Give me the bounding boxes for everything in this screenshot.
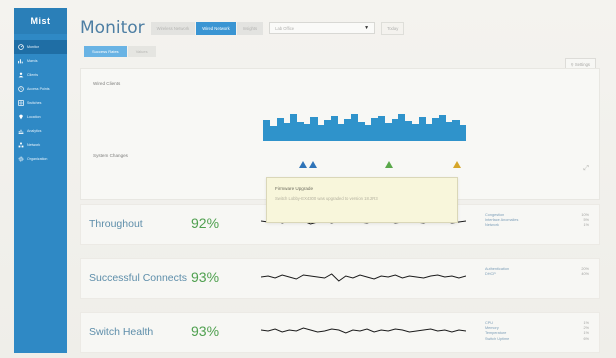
main-content: Monitor Wireless Network Wired Network I… xyxy=(72,8,610,353)
bar-chart-icon xyxy=(18,129,24,134)
pin-icon xyxy=(19,114,23,120)
sidebar-nav: Monitor Marvis Clients Access Points Swi… xyxy=(14,34,67,166)
sidebar: Mist Monitor Marvis Clients Access Point… xyxy=(14,8,67,353)
sidebar-item-location[interactable]: Location xyxy=(14,110,67,124)
sidebar-item-label: Switches xyxy=(27,101,42,105)
sidebar-item-clients[interactable]: Clients xyxy=(14,68,67,82)
timeline-label-changes: System Changes xyxy=(93,153,128,158)
subtab-success-rates[interactable]: Success Rates xyxy=(84,46,127,57)
sidebar-item-label: Organization xyxy=(27,157,48,161)
classifier-label: Network xyxy=(485,223,499,228)
classifier-item[interactable]: Network 1% xyxy=(485,223,589,228)
network-tabs: Wireless Network Wired Network Insights xyxy=(150,21,264,35)
subtab-values[interactable]: Values xyxy=(127,46,156,57)
view-subtabs: Success Rates Values xyxy=(84,46,156,57)
classifier-label: Switch Uptime xyxy=(485,336,510,341)
classifier-label: DHCP xyxy=(485,272,496,277)
metric-value: 93% xyxy=(191,269,220,285)
grid-icon xyxy=(18,100,24,106)
sparkline-line xyxy=(261,273,466,282)
metric-value: 93% xyxy=(191,323,220,339)
classifier-item[interactable]: Switch Uptime 6% xyxy=(485,337,589,342)
metric-name: Switch Health xyxy=(89,326,154,338)
timeline-label-clients: Wired Clients xyxy=(93,81,121,86)
change-marker[interactable] xyxy=(309,161,317,168)
tab-wireless-network[interactable]: Wireless Network xyxy=(150,21,196,35)
classifier-item[interactable]: DHCP 40% xyxy=(485,272,589,277)
metric-name: Successful Connects xyxy=(89,272,188,284)
metric-row-switch-health[interactable]: Switch Health 93% CPU 1% Memory 2% Temperatu… xyxy=(80,312,600,353)
classifier-list: Authentication 20% DHCP 40% xyxy=(485,267,589,277)
popover-title: Firmware Upgrade xyxy=(275,186,314,191)
metric-sparkline[interactable] xyxy=(261,319,466,347)
tab-insights[interactable]: Insights xyxy=(236,21,264,35)
activity-bar[interactable] xyxy=(459,125,467,141)
classifier-list: Congestion 10% Interface Anomalies 5% Networ… xyxy=(485,213,589,229)
metric-value: 92% xyxy=(191,215,220,231)
gear-icon xyxy=(18,156,24,162)
network-icon xyxy=(18,142,24,148)
client-activity-bars[interactable] xyxy=(263,103,467,141)
classifier-list: CPU 1% Memory 2% Temperature 1% Switch Uptime 6… xyxy=(485,321,589,342)
change-marker[interactable] xyxy=(299,161,307,168)
sidebar-item-analytics[interactable]: Analytics xyxy=(14,124,67,138)
page: Mist Monitor Marvis Clients Access Point… xyxy=(0,0,616,358)
expand-icon[interactable]: ⤢ xyxy=(583,165,589,173)
sidebar-item-marvis[interactable]: Marvis xyxy=(14,54,67,68)
change-marker[interactable] xyxy=(453,161,461,168)
sidebar-item-label: Location xyxy=(27,115,41,119)
change-marker[interactable] xyxy=(385,161,393,168)
classifier-value: 1% xyxy=(583,223,590,228)
popover-description: Switch Lobby-EX4300 was upgraded to vers… xyxy=(275,196,378,201)
metric-sparkline[interactable] xyxy=(261,265,466,293)
sidebar-item-label: Monitor xyxy=(27,45,39,49)
chevron-down-icon: ▼ xyxy=(364,25,370,31)
gauge-icon xyxy=(18,44,24,50)
sidebar-item-label: Network xyxy=(27,143,41,147)
date-range-button[interactable]: Today xyxy=(381,21,405,35)
tab-wired-network[interactable]: Wired Network xyxy=(196,21,236,35)
sidebar-item-label: Analytics xyxy=(27,129,42,133)
sidebar-item-label: Access Points xyxy=(27,87,50,91)
metric-name: Throughout xyxy=(89,218,143,230)
page-header: Monitor Wireless Network Wired Network I… xyxy=(80,18,405,38)
site-select-value: Lab Office xyxy=(275,25,295,31)
sidebar-item-label: Clients xyxy=(27,73,38,77)
site-select[interactable]: Lab Office ▼ xyxy=(269,22,376,34)
metric-row-successful-connects[interactable]: Successful Connects 93% Authentication 20… xyxy=(80,258,600,299)
sidebar-item-switches[interactable]: Switches xyxy=(14,96,67,110)
classifier-value: 6% xyxy=(583,336,590,341)
settings-label: Settings xyxy=(574,62,590,67)
sidebar-item-label: Marvis xyxy=(27,59,38,63)
sidebar-item-access-points[interactable]: Access Points xyxy=(14,82,67,96)
chart-icon xyxy=(18,59,23,64)
classifier-value: 40% xyxy=(581,272,589,277)
clock-icon xyxy=(18,86,24,92)
page-title: Monitor xyxy=(80,18,145,38)
users-icon xyxy=(18,72,24,78)
app-logo[interactable]: Mist xyxy=(14,8,67,34)
event-popover: Firmware Upgrade Switch Lobby-EX4300 was… xyxy=(266,177,458,223)
sidebar-item-network[interactable]: Network xyxy=(14,138,67,152)
sidebar-item-organization[interactable]: Organization xyxy=(14,152,67,166)
sparkline-line xyxy=(261,327,466,334)
timeline-card: Wired Clients System Changes ⤢ Firmware … xyxy=(80,68,600,223)
sidebar-item-monitor[interactable]: Monitor xyxy=(14,40,67,54)
